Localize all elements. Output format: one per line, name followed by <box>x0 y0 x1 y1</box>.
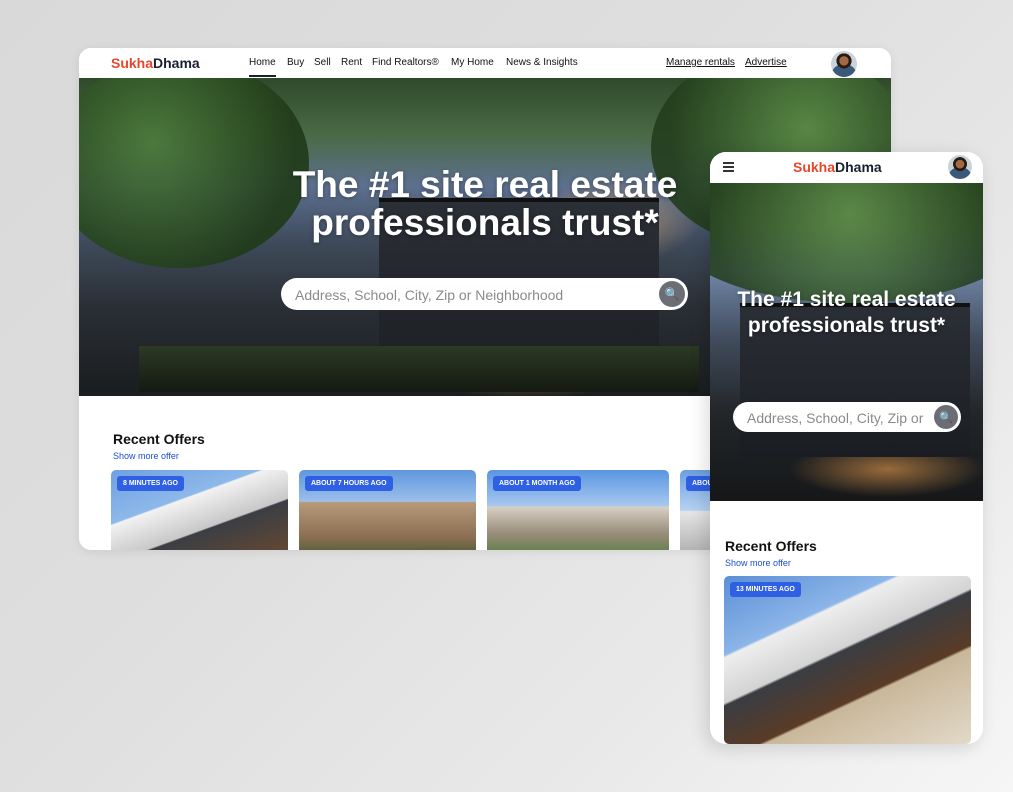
nav-rent[interactable]: Rent <box>341 57 362 68</box>
search-button[interactable]: 🔍 <box>934 405 958 429</box>
search-input[interactable] <box>745 402 929 432</box>
nav-sell[interactable]: Sell <box>314 57 331 68</box>
hero-image-trees <box>710 183 983 303</box>
logo-part-dhama: Dhama <box>835 159 882 175</box>
recent-offers-title: Recent Offers <box>113 431 205 447</box>
mobile-navbar: SukhaDhama <box>710 152 983 183</box>
hero-image-planters <box>139 346 699 392</box>
search-icon: 🔍 <box>939 411 953 424</box>
logo-part-sukha: Sukha <box>111 55 154 71</box>
nav-buy[interactable]: Buy <box>287 57 304 68</box>
search-bar: 🔍 <box>281 278 688 310</box>
user-avatar[interactable] <box>831 51 857 77</box>
user-avatar[interactable] <box>948 155 972 179</box>
search-input[interactable] <box>293 278 637 310</box>
offer-card[interactable]: 13 MINUTES AGO <box>724 576 971 744</box>
show-more-offer-link[interactable]: Show more offer <box>725 558 791 568</box>
logo-part-dhama: Dhama <box>153 55 200 71</box>
time-badge: ABOUT 7 HOURS AGO <box>305 476 393 491</box>
hero-headline: The #1 site real estate professionals tr… <box>710 287 983 339</box>
hero-headline-line1: The #1 site real estate <box>737 288 956 311</box>
hero-headline-line2: professionals trust* <box>747 314 946 337</box>
offer-card[interactable]: ABOUT 1 MONTH AGO <box>487 470 669 550</box>
nav-home[interactable]: Home <box>249 57 276 77</box>
advertise-link[interactable]: Advertise <box>745 57 787 68</box>
mobile-hero-banner: The #1 site real estate professionals tr… <box>710 183 983 501</box>
recent-offers-title: Recent Offers <box>725 538 817 554</box>
hero-headline-line2: professionals trust* <box>311 202 659 243</box>
time-badge: ABOUT 1 MONTH AGO <box>493 476 581 491</box>
search-bar: 🔍 <box>733 402 961 432</box>
mobile-mockup: SukhaDhama The #1 site real estate profe… <box>710 152 983 744</box>
logo-part-sukha: Sukha <box>793 159 836 175</box>
nav-find-realtors[interactable]: Find Realtors® <box>372 57 439 68</box>
manage-rentals-link[interactable]: Manage rentals <box>666 57 735 68</box>
hamburger-menu-icon[interactable] <box>723 162 734 172</box>
hero-headline-line1: The #1 site real estate <box>292 164 678 205</box>
offer-card[interactable]: ABOUT 7 HOURS AGO <box>299 470 476 550</box>
time-badge: 13 MINUTES AGO <box>730 582 801 597</box>
nav-news-insights[interactable]: News & Insights <box>506 57 578 68</box>
brand-logo[interactable]: SukhaDhama <box>793 159 882 175</box>
search-button[interactable]: 🔍 <box>659 281 685 307</box>
show-more-offer-link[interactable]: Show more offer <box>113 451 179 461</box>
search-icon: 🔍 <box>664 287 680 301</box>
offer-card[interactable]: 8 MINUTES AGO <box>111 470 288 550</box>
nav-my-home[interactable]: My Home <box>451 57 494 68</box>
top-navbar: SukhaDhama Home Buy Sell Rent Find Realt… <box>79 48 891 78</box>
brand-logo[interactable]: SukhaDhama <box>111 55 200 71</box>
time-badge: 8 MINUTES AGO <box>117 476 184 491</box>
